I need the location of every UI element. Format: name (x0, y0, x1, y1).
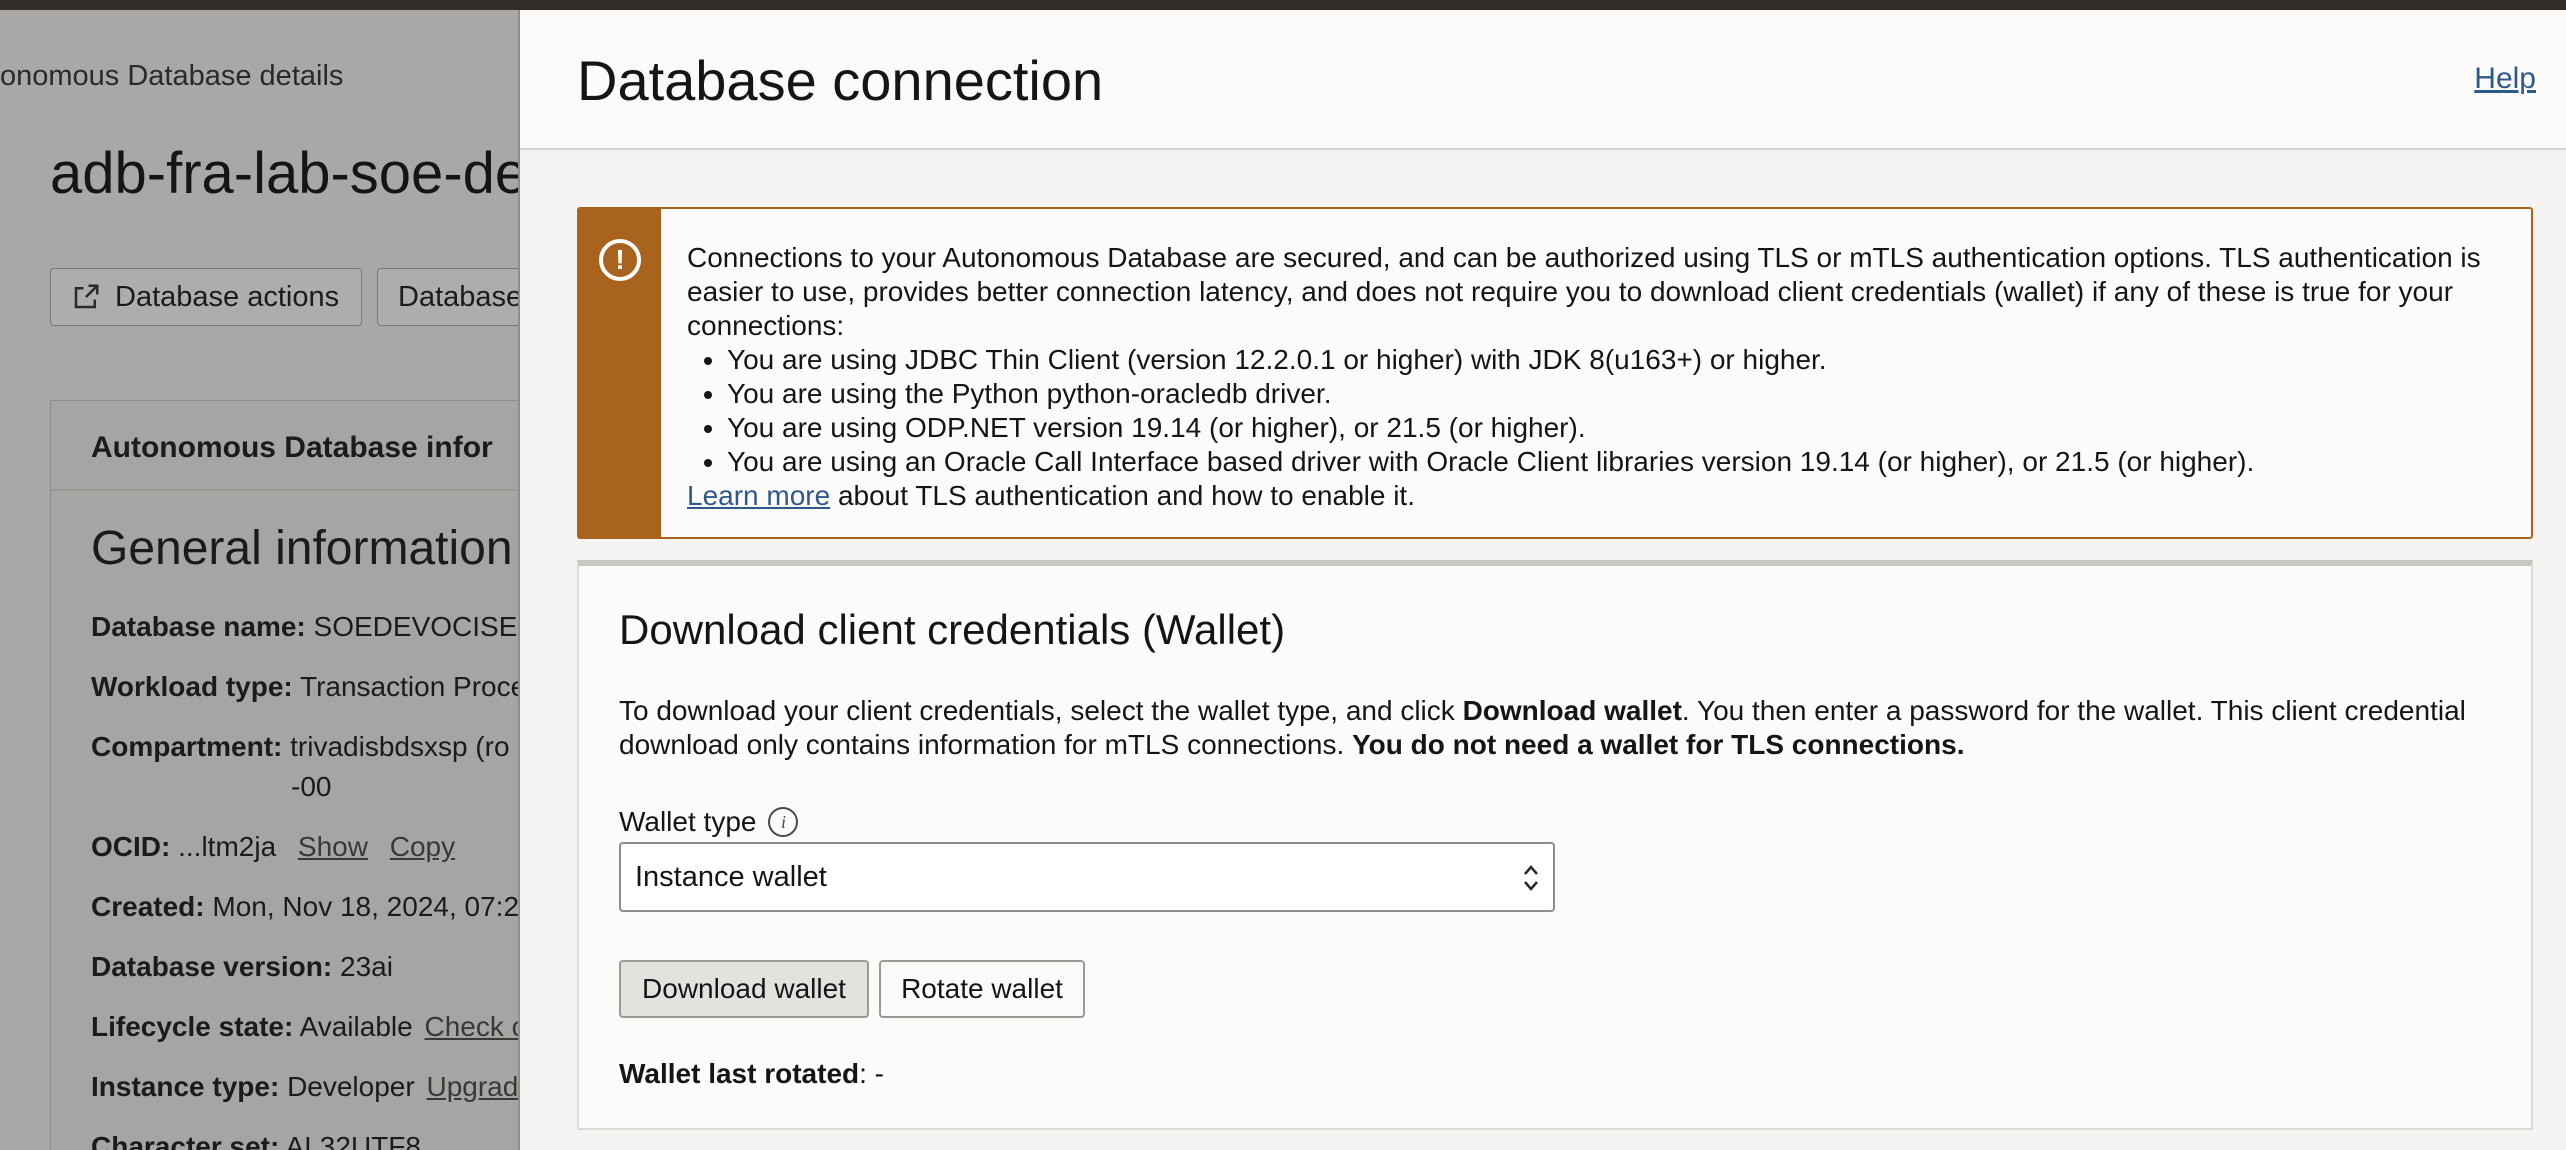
upgrade-link[interactable]: Upgrad (426, 1071, 518, 1102)
alert-list-item: You are using the Python python-oracledb… (727, 377, 2517, 411)
learn-more-suffix: about TLS authentication and how to enab… (830, 480, 1415, 511)
card-heading: Autonomous Database infor (91, 431, 493, 464)
alert-list-item: You are using ODP.NET version 19.14 (or … (727, 411, 2517, 445)
learn-more-link[interactable]: Learn more (687, 480, 830, 511)
wallet-last-rotated: Wallet last rotated: - (619, 1058, 885, 1089)
alert-list: You are using JDBC Thin Client (version … (727, 343, 2517, 479)
panel-header: Database connection Help (520, 10, 2566, 150)
wallet-description: To download your client credentials, sel… (619, 695, 2466, 760)
row-created: Created: Mon, Nov 18, 2024, 07:2 (91, 891, 520, 922)
rotate-wallet-button[interactable]: Rotate wallet (879, 960, 1085, 1018)
download-wallet-button[interactable]: Download wallet (619, 960, 869, 1018)
row-database-version: Database version: 23ai (91, 951, 393, 982)
row-workload-type: Workload type: Transaction Proce (91, 671, 520, 702)
row-ocid: OCID: ...ltm2ja Show Copy (91, 831, 456, 862)
database-connection-panel: Database connection Help ! Connections t… (518, 10, 2566, 1150)
tls-info-alert: ! Connections to your Autonomous Databas… (577, 207, 2533, 539)
panel-title: Database connection (577, 49, 1104, 112)
ocid-copy-link[interactable]: Copy (390, 831, 455, 862)
row-compartment: Compartment: trivadisbdsxsp (ro (91, 731, 510, 762)
wallet-card: Download client credentials (Wallet) To … (577, 560, 2533, 1130)
row-compartment-line2: -00 (291, 771, 332, 802)
wallet-type-value: Instance wallet (635, 860, 827, 893)
wallet-type-select[interactable]: Instance wallet (619, 842, 1555, 912)
adb-info-card: Autonomous Database infor General inform… (50, 400, 520, 1150)
row-lifecycle-state: Lifecycle state: Available Check c (91, 1011, 520, 1043)
alert-intro: Connections to your Autonomous Database … (687, 242, 2481, 341)
top-bar (0, 0, 2566, 10)
divider (51, 489, 520, 491)
row-character-set: Character set: AL32UTF8 (91, 1131, 421, 1150)
row-instance-type: Instance type: Developer Upgrad (91, 1071, 519, 1102)
exclamation-circle-icon: ! (599, 239, 641, 281)
external-link-icon (74, 284, 99, 309)
chevron-updown-icon (1524, 865, 1538, 891)
general-information-heading: General information (91, 522, 513, 575)
breadcrumb[interactable]: onomous Database details (0, 60, 343, 93)
database-actions-button[interactable]: Database actions (50, 268, 362, 326)
database-more-label: Database (398, 280, 520, 313)
background-page: onomous Database details adb-fra-lab-soe… (0, 10, 520, 1150)
wallet-title: Download client credentials (Wallet) (619, 606, 1286, 653)
alert-list-item: You are using an Oracle Call Interface b… (727, 445, 2517, 479)
info-icon[interactable]: i (768, 807, 799, 837)
page-title: adb-fra-lab-soe-de (50, 141, 520, 206)
database-more-button[interactable]: Database (377, 268, 520, 326)
database-actions-label: Database actions (115, 280, 340, 313)
ocid-show-link[interactable]: Show (298, 831, 368, 862)
learn-more-line: Learn more about TLS authentication and … (687, 479, 2517, 513)
wallet-type-label: Wallet type i (619, 806, 799, 838)
alert-stripe: ! (579, 209, 661, 537)
check-link[interactable]: Check c (424, 1011, 520, 1042)
alert-list-item: You are using JDBC Thin Client (version … (727, 343, 2517, 377)
help-link[interactable]: Help (2474, 62, 2536, 96)
row-database-name: Database name: SOEDEVOCISE( (91, 611, 520, 642)
alert-body: Connections to your Autonomous Database … (687, 241, 2517, 513)
